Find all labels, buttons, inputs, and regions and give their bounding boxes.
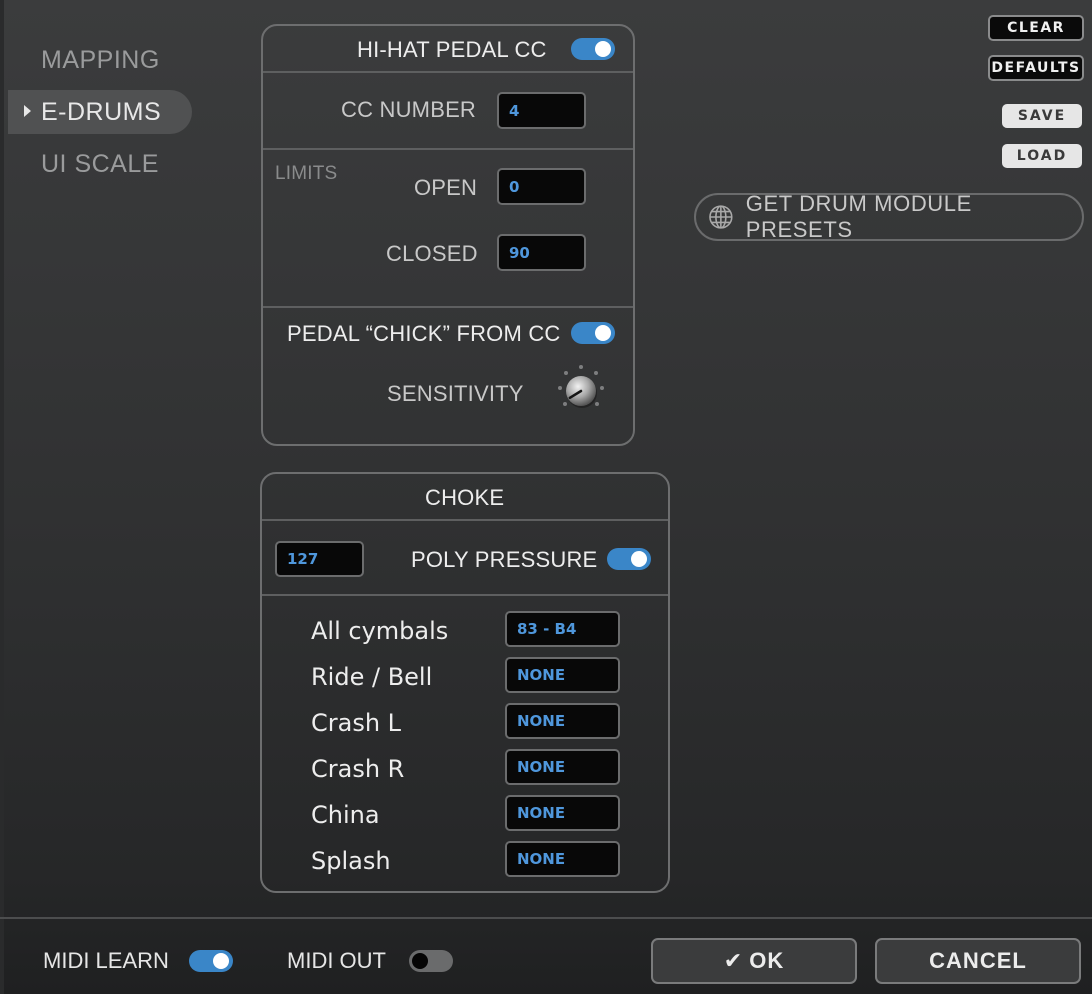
sidebar-item-label: UI SCALE <box>41 149 159 178</box>
save-button[interactable]: SAVE <box>1002 104 1082 128</box>
limits-label: LIMITS <box>275 163 338 184</box>
midi-learn-label: MIDI LEARN <box>43 948 169 973</box>
toggle-knob <box>595 41 611 57</box>
sidebar-item-mapping[interactable]: MAPPING <box>8 38 192 82</box>
open-label: OPEN <box>414 175 478 200</box>
globe-icon <box>709 205 733 229</box>
pedal-chick-label: PEDAL “CHICK” FROM CC <box>287 321 561 346</box>
caret-right-icon <box>24 105 31 117</box>
poly-pressure-toggle[interactable] <box>607 548 651 570</box>
divider <box>263 148 633 150</box>
sensitivity-knob[interactable] <box>548 362 614 424</box>
sidebar-item-label: MAPPING <box>41 45 160 74</box>
sidebar-item-e-drums[interactable]: E-DRUMS <box>8 90 192 134</box>
closed-label: CLOSED <box>386 241 478 266</box>
window-left-edge <box>0 0 4 994</box>
choke-note-field-crash-l[interactable]: NONE <box>505 703 620 739</box>
cc-number-label: CC NUMBER <box>341 97 477 122</box>
poly-pressure-label: POLY PRESSURE <box>411 547 598 572</box>
midi-out-toggle[interactable] <box>409 950 453 972</box>
load-button[interactable]: LOAD <box>1002 144 1082 168</box>
footer-divider <box>0 917 1092 919</box>
pedal-chick-toggle[interactable] <box>571 322 615 344</box>
divider <box>262 519 668 521</box>
choke-row-label: Splash <box>311 847 391 875</box>
choke-note-field-all-cymbals[interactable]: 83 - B4 <box>505 611 620 647</box>
hihat-pedal-cc-toggle[interactable] <box>571 38 615 60</box>
clear-button[interactable]: CLEAR <box>988 15 1084 41</box>
sensitivity-label: SENSITIVITY <box>387 381 524 406</box>
choke-threshold-field[interactable]: 127 <box>275 541 364 577</box>
get-drum-module-presets-button[interactable]: GET DRUM MODULE PRESETS <box>694 191 1084 242</box>
divider <box>262 594 668 596</box>
choke-title: CHOKE <box>425 485 505 510</box>
knob-icon <box>558 365 604 408</box>
presets-button-label: GET DRUM MODULE PRESETS <box>745 191 972 242</box>
checkmark-icon: ✔ <box>723 948 744 973</box>
open-limit-field[interactable]: 0 <box>497 168 586 205</box>
choke-row-label: Crash L <box>311 709 402 737</box>
toggle-knob <box>631 551 647 567</box>
ok-button[interactable]: ✔ OK <box>651 938 857 984</box>
choke-note-field-ride-bell[interactable]: NONE <box>505 657 620 693</box>
cancel-button[interactable]: CANCEL <box>875 938 1081 984</box>
midi-learn-toggle[interactable] <box>189 950 233 972</box>
midi-out-label: MIDI OUT <box>287 948 386 973</box>
toggle-knob <box>595 325 611 341</box>
hihat-pedal-cc-label: HI-HAT PEDAL CC <box>357 37 547 62</box>
ok-button-label: OK <box>749 948 785 973</box>
toggle-knob <box>412 953 428 969</box>
closed-limit-field[interactable]: 90 <box>497 234 586 271</box>
toggle-knob <box>213 953 229 969</box>
choke-note-field-crash-r[interactable]: NONE <box>505 749 620 785</box>
choke-note-field-splash[interactable]: NONE <box>505 841 620 877</box>
cc-number-field[interactable]: 4 <box>497 92 586 129</box>
choke-row-label: Ride / Bell <box>311 663 433 691</box>
sidebar-item-label: E-DRUMS <box>41 97 162 126</box>
divider <box>263 306 633 308</box>
choke-row-label: All cymbals <box>311 617 449 645</box>
defaults-button[interactable]: DEFAULTS <box>988 55 1084 81</box>
choke-row-label: Crash R <box>311 755 405 783</box>
settings-window: MAPPING E-DRUMS UI SCALE HI-HAT PEDAL CC… <box>0 0 1092 994</box>
divider <box>263 71 633 73</box>
choke-row-label: China <box>311 801 380 829</box>
choke-note-field-china[interactable]: NONE <box>505 795 620 831</box>
sidebar-item-ui-scale[interactable]: UI SCALE <box>8 142 192 186</box>
